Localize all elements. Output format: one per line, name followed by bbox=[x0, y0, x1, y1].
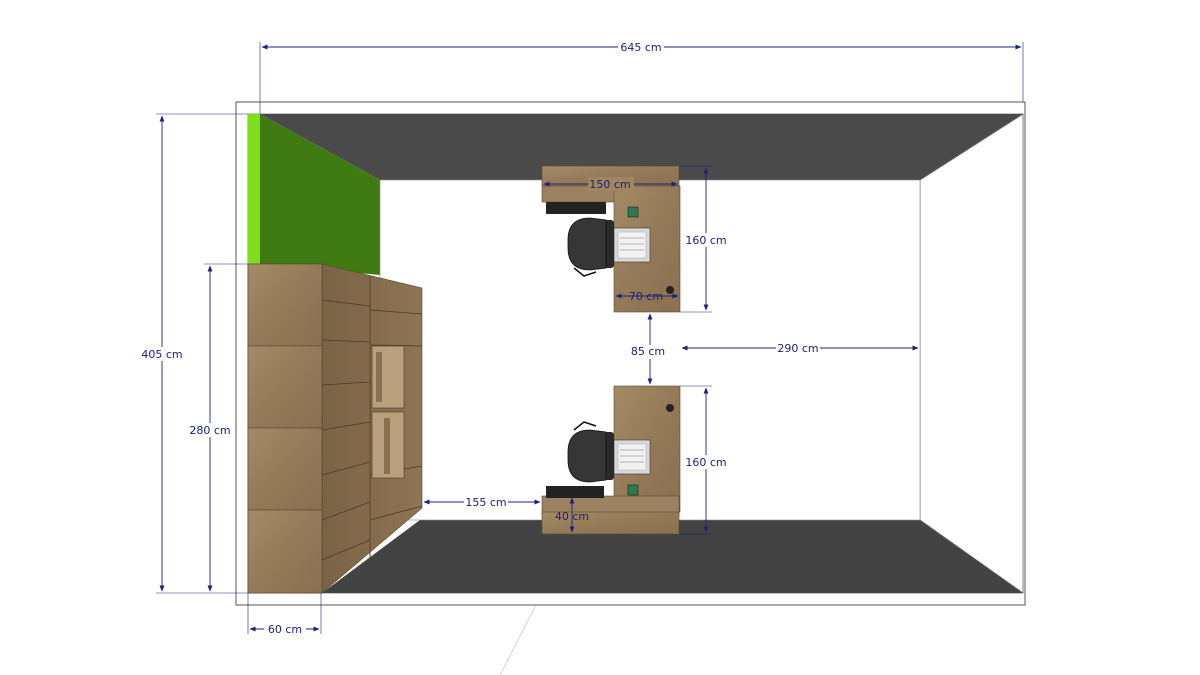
cabinet-length-label: 280 cm bbox=[189, 424, 230, 437]
bottom-desk-depth-label: 160 cm bbox=[685, 456, 726, 469]
cabinet-door bbox=[247, 263, 323, 347]
bottom-desk-drawer-unit bbox=[546, 486, 604, 498]
mouse-icon bbox=[666, 286, 674, 294]
phone-icon bbox=[627, 484, 639, 496]
top-desk-drawer-unit bbox=[546, 202, 606, 214]
cabinet-door bbox=[247, 509, 323, 594]
top-desk-width-label: 150 cm bbox=[589, 178, 630, 191]
room-depth-label: 405 cm bbox=[141, 348, 182, 361]
mouse-icon bbox=[666, 404, 674, 412]
right-wall bbox=[919, 113, 1024, 594]
cabinet-door bbox=[247, 345, 323, 429]
left-clearance-label: 155 cm bbox=[465, 496, 506, 509]
green-wall-edge bbox=[248, 114, 260, 264]
cabinet-door bbox=[247, 427, 323, 511]
room-width-label: 645 cm bbox=[620, 41, 661, 54]
top-desk-depth-label: 160 cm bbox=[685, 234, 726, 247]
phone-icon bbox=[627, 206, 639, 218]
construction-line bbox=[499, 604, 537, 675]
top-desk-return-label: 70 cm bbox=[629, 290, 663, 303]
desk-gap-label: 85 cm bbox=[631, 345, 665, 358]
cabinet-depth-label: 60 cm bbox=[268, 623, 302, 636]
right-clearance-label: 290 cm bbox=[777, 342, 818, 355]
bottom-desk-return-label: 40 cm bbox=[555, 510, 589, 523]
floor-plan-drawing: 645 cm 405 cm 280 cm 60 cm 150 cm 160 cm… bbox=[140, 40, 1026, 675]
